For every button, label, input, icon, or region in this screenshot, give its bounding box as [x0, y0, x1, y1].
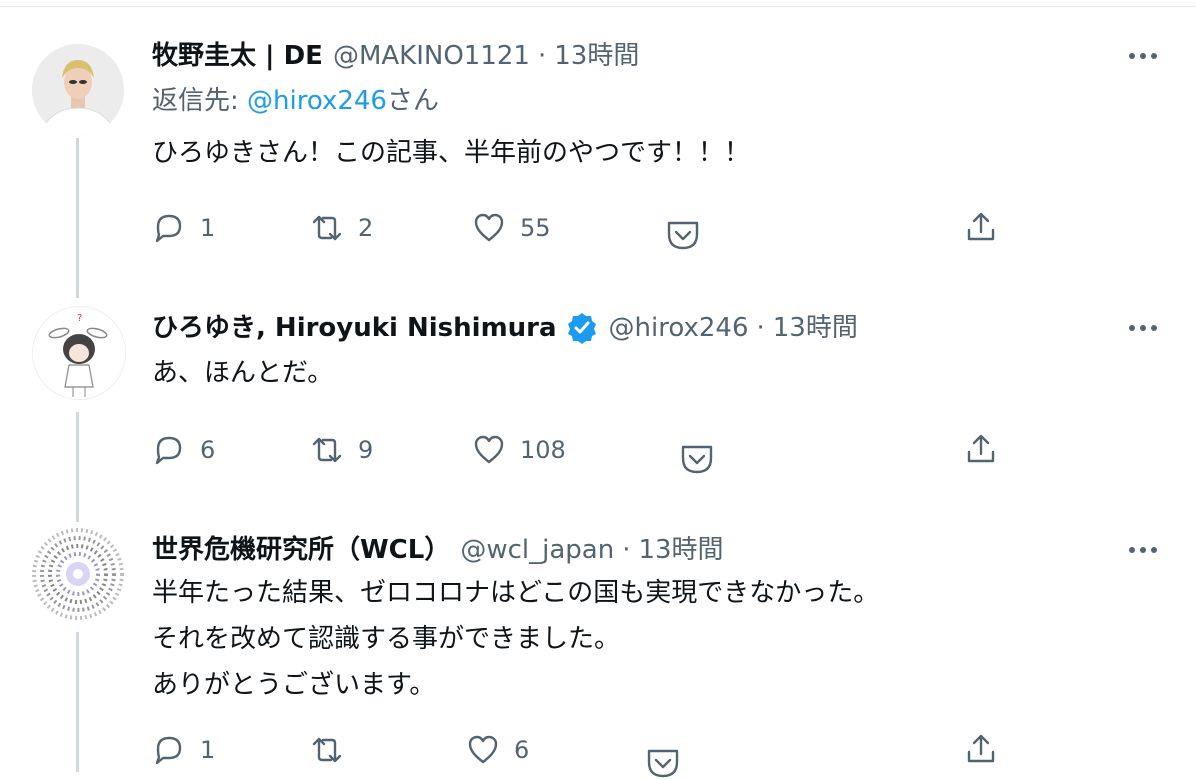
reply-count: 1	[200, 736, 216, 764]
action-bar: 1 6	[0, 730, 1196, 778]
like-button[interactable]: 55	[472, 208, 551, 248]
user-handle[interactable]: @wcl_japan	[460, 530, 614, 570]
share-icon[interactable]	[964, 432, 998, 466]
tweet-text-line: それを改めて認識する事ができました。	[152, 624, 621, 654]
retweet-icon	[312, 737, 342, 763]
timestamp[interactable]: 13時間	[638, 530, 723, 570]
reply-mention-link[interactable]: @hirox246	[247, 86, 387, 116]
heart-icon	[468, 735, 498, 764]
retweet-count: 9	[358, 436, 374, 464]
like-button[interactable]: 108	[472, 430, 566, 470]
retweet-icon	[312, 437, 342, 463]
pocket-icon[interactable]	[680, 442, 714, 476]
timestamp[interactable]: 13時間	[773, 308, 858, 348]
pocket-icon[interactable]	[646, 746, 680, 780]
tweet-header: 牧野圭太 | DE @MAKINO1121 · 13時間	[152, 36, 639, 76]
top-divider	[0, 6, 1196, 7]
like-count: 55	[520, 214, 551, 242]
more-icon[interactable]	[1126, 542, 1160, 558]
retweet-button[interactable]: 2	[310, 208, 373, 248]
tweet-text: あ、ほんとだ。	[152, 350, 333, 396]
action-bar: 6 9 108	[0, 430, 1196, 474]
reply-button[interactable]: 6	[152, 430, 215, 470]
display-name[interactable]: 世界危機研究所（WCL）	[152, 530, 450, 570]
user-handle[interactable]: @hirox246	[609, 308, 749, 348]
reply-button[interactable]: 1	[152, 730, 215, 770]
user-handle[interactable]: @MAKINO1121	[333, 36, 530, 76]
tweet-text: ひろゆきさん！この記事、半年前のやつです！！！	[152, 130, 750, 176]
tweet-header: ひろゆき, Hiroyuki Nishimura @hirox246 · 13時…	[152, 308, 858, 348]
retweet-icon	[312, 215, 342, 241]
avatar-image	[32, 44, 124, 136]
reply-icon	[155, 214, 182, 243]
reply-button[interactable]: 1	[152, 208, 215, 248]
display-name[interactable]: 牧野圭太 | DE	[152, 36, 323, 76]
reply-count: 6	[200, 436, 216, 464]
reply-suffix: さん	[386, 86, 439, 116]
pocket-icon[interactable]	[666, 218, 700, 252]
avatar[interactable]	[32, 44, 124, 136]
tweet-makino[interactable]: 牧野圭太 | DE @MAKINO1121 · 13時間 返信先: @hirox…	[0, 36, 1196, 298]
like-count: 108	[520, 436, 566, 464]
display-name[interactable]: ひろゆき, Hiroyuki Nishimura	[152, 308, 557, 348]
avatar-image: ?	[33, 307, 125, 399]
tweet-text-line: ありがとうございます。	[152, 670, 436, 700]
tweet-text-line: ひろゆきさん！この記事、半年前のやつです！！！	[152, 138, 751, 168]
more-icon[interactable]	[1126, 48, 1160, 64]
separator-dot: ·	[622, 535, 631, 565]
more-icon[interactable]	[1126, 320, 1160, 336]
reply-prefix: 返信先:	[152, 86, 248, 116]
tweet-hiroyuki[interactable]: ? ひろゆき, Hiroyuki Nishimura @hirox246 · 1…	[0, 306, 1196, 522]
tweet-text-line: 半年たった結果、ゼロコロナはどこの国も実現できなかった。	[152, 578, 880, 608]
reply-context: 返信先: @hirox246さん	[152, 80, 439, 117]
avatar[interactable]	[32, 528, 124, 620]
share-icon[interactable]	[964, 732, 998, 766]
like-count: 6	[514, 736, 530, 764]
reply-icon	[155, 436, 182, 465]
heart-icon	[474, 435, 504, 464]
tweet-header: 世界危機研究所（WCL） @wcl_japan · 13時間	[152, 530, 724, 570]
separator-dot: ·	[756, 313, 765, 343]
separator-dot: ·	[537, 41, 547, 71]
action-bar: 1 2 55	[0, 208, 1196, 250]
svg-text:?: ?	[77, 313, 82, 324]
like-button[interactable]: 6	[466, 730, 529, 770]
retweet-count: 2	[358, 214, 374, 242]
reply-count: 1	[200, 214, 216, 242]
tweet-text-line: あ、ほんとだ。	[152, 358, 334, 388]
heart-icon	[474, 213, 504, 242]
retweet-button[interactable]	[310, 730, 358, 770]
tweet-text: 半年たった結果、ゼロコロナはどこの国も実現できなかった。 それを改めて認識する事…	[152, 570, 879, 708]
reply-icon	[155, 736, 182, 765]
retweet-button[interactable]: 9	[310, 430, 373, 470]
timestamp[interactable]: 13時間	[554, 36, 639, 76]
verified-badge-icon	[567, 313, 596, 344]
avatar-image	[32, 528, 124, 620]
tweet-wcl[interactable]: 世界危機研究所（WCL） @wcl_japan · 13時間 半年たった結果、ゼ…	[0, 528, 1196, 778]
avatar[interactable]: ?	[32, 306, 126, 400]
share-icon[interactable]	[964, 210, 998, 244]
